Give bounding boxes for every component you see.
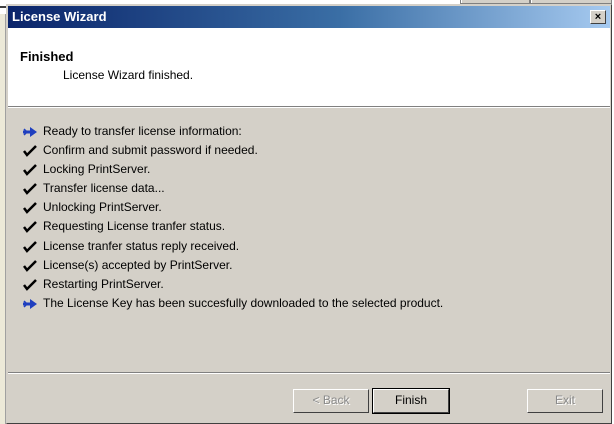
exit-button[interactable]: Exit [527, 389, 603, 413]
back-button[interactable]: < Back [293, 389, 369, 413]
step-text: Confirm and submit password if needed. [43, 143, 258, 158]
step-item: Unlocking PrintServer. [21, 198, 581, 217]
step-item: Ready to transfer license information: [21, 122, 581, 141]
checkmark-icon [21, 179, 39, 198]
window-title: License Wizard [12, 9, 107, 24]
checkmark-icon [21, 256, 39, 275]
step-text: License(s) accepted by PrintServer. [43, 257, 233, 272]
step-item: Confirm and submit password if needed. [21, 141, 581, 160]
finish-button-label: Finish [394, 393, 427, 407]
step-item: Locking PrintServer. [21, 160, 581, 179]
step-text: License tranfer status reply received. [43, 238, 240, 253]
license-wizard-dialog: License Wizard × Finished License Wizard… [6, 4, 612, 424]
close-button[interactable]: × [590, 10, 606, 24]
step-item: Restarting PrintServer. [21, 275, 581, 294]
step-text: Restarting PrintServer. [43, 276, 164, 291]
back-button-label: < Back [312, 393, 350, 407]
exit-button-label: Exit [554, 393, 575, 407]
step-item: License(s) accepted by PrintServer. [21, 256, 581, 275]
step-text: Unlocking PrintServer. [43, 200, 162, 215]
footer-divider-highlight [8, 373, 610, 374]
header-divider [8, 107, 610, 108]
step-item: Transfer license data... [21, 179, 581, 198]
step-text: Transfer license data... [43, 181, 165, 196]
step-text: Locking PrintServer. [43, 162, 151, 177]
checkmark-icon [21, 275, 39, 294]
step-text: Requesting License tranfer status. [43, 219, 226, 234]
checkmark-icon [21, 198, 39, 217]
arrow-right-icon [21, 294, 39, 313]
step-item: Requesting License tranfer status. [21, 217, 581, 236]
checkmark-icon [21, 160, 39, 179]
wizard-header: Finished License Wizard finished. [8, 28, 610, 107]
step-item: The License Key has been succesfully dow… [21, 294, 483, 332]
step-text: The License Key has been succesfully dow… [43, 295, 444, 310]
close-icon: × [594, 11, 602, 23]
finish-button[interactable]: Finish [372, 388, 450, 414]
step-text: Ready to transfer license information: [43, 124, 242, 138]
step-item: License tranfer status reply received. [21, 237, 581, 256]
page-title: Finished [20, 49, 74, 64]
checkmark-icon [21, 217, 39, 236]
progress-step-list: Ready to transfer license information: Co… [21, 122, 581, 332]
checkmark-icon [21, 141, 39, 160]
checkmark-icon [21, 237, 39, 256]
arrow-right-icon [21, 122, 39, 141]
title-bar[interactable]: License Wizard × [8, 6, 610, 28]
page-subtitle: License Wizard finished. [63, 68, 194, 82]
